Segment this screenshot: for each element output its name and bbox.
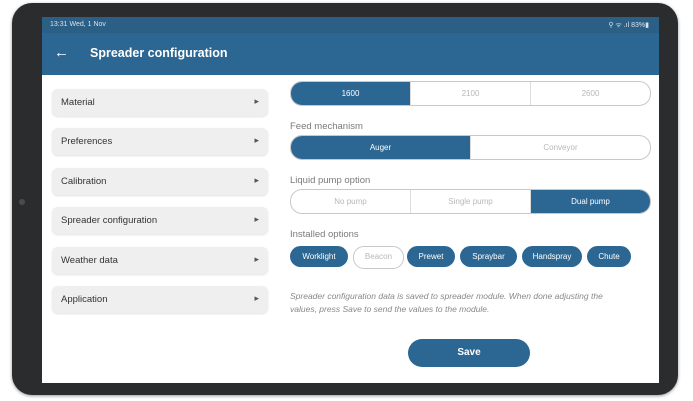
feed-option-auger[interactable]: Auger: [291, 136, 471, 159]
size-option-2100[interactable]: 2100: [411, 82, 531, 105]
arrow-left-icon[interactable]: ←: [54, 43, 69, 63]
chevron-right-icon: ▸: [254, 175, 259, 185]
sidebar-item-label: Application: [61, 294, 108, 305]
chevron-right-icon: ▸: [254, 96, 259, 106]
sidebar-item-spreader-configuration[interactable]: Spreader configuration ▸: [52, 207, 268, 234]
sidebar-item-weather-data[interactable]: Weather data ▸: [52, 247, 268, 274]
chevron-right-icon: ▸: [254, 293, 259, 303]
status-bar: 13:31 Wed, 1 Nov ⚲ ᯤ .ıl 83%▮: [42, 17, 659, 33]
pump-option-no-pump[interactable]: No pump: [291, 190, 411, 213]
chevron-right-icon: ▸: [254, 214, 259, 224]
sidebar-item-label: Calibration: [61, 176, 107, 187]
info-text: Spreader configuration data is saved to …: [290, 291, 603, 314]
sidebar-item-application[interactable]: Application ▸: [52, 286, 268, 313]
chip-worklight[interactable]: Worklight: [290, 246, 348, 267]
chip-handspray[interactable]: Handspray: [522, 246, 582, 267]
liquid-pump-label: Liquid pump option: [290, 175, 371, 186]
sidebar-item-preferences[interactable]: Preferences ▸: [52, 128, 268, 155]
camera-dot: [19, 199, 25, 205]
sidebar-item-material[interactable]: Material ▸: [52, 89, 268, 116]
installed-options-label: Installed options: [290, 229, 359, 240]
sidebar-item-label: Material: [61, 97, 95, 108]
save-button[interactable]: Save: [408, 339, 530, 367]
sidebar-item-label: Spreader configuration: [61, 215, 158, 226]
sidebar-item-label: Preferences: [61, 136, 113, 147]
pump-option-single-pump[interactable]: Single pump: [411, 190, 531, 213]
chip-chute[interactable]: Chute: [587, 246, 631, 267]
chip-beacon[interactable]: Beacon: [353, 246, 404, 269]
status-time: 13:31 Wed, 1 Nov: [50, 21, 106, 28]
feed-mechanism-selector: Auger Conveyor: [290, 135, 651, 160]
feed-mechanism-label: Feed mechanism: [290, 121, 363, 132]
sidebar-item-calibration[interactable]: Calibration ▸: [52, 168, 268, 195]
chip-spraybar[interactable]: Spraybar: [460, 246, 517, 267]
chevron-right-icon: ▸: [254, 135, 259, 145]
page-title: Spreader configuration: [90, 46, 228, 60]
size-option-1600[interactable]: 1600: [291, 82, 411, 105]
chip-prewet[interactable]: Prewet: [407, 246, 455, 267]
liquid-pump-selector: No pump Single pump Dual pump: [290, 189, 651, 214]
size-option-2600[interactable]: 2600: [531, 82, 650, 105]
sidebar-item-label: Weather data: [61, 255, 118, 266]
status-icons: ⚲ ᯤ .ıl 83%▮: [608, 22, 649, 29]
pump-option-dual-pump[interactable]: Dual pump: [531, 190, 650, 213]
screen: 13:31 Wed, 1 Nov ⚲ ᯤ .ıl 83%▮ ← Spreader…: [42, 17, 659, 383]
app-bar: ← Spreader configuration: [42, 33, 659, 75]
feed-option-conveyor[interactable]: Conveyor: [471, 136, 650, 159]
chevron-right-icon: ▸: [254, 254, 259, 264]
size-selector: 1600 2100 2600: [290, 81, 651, 106]
